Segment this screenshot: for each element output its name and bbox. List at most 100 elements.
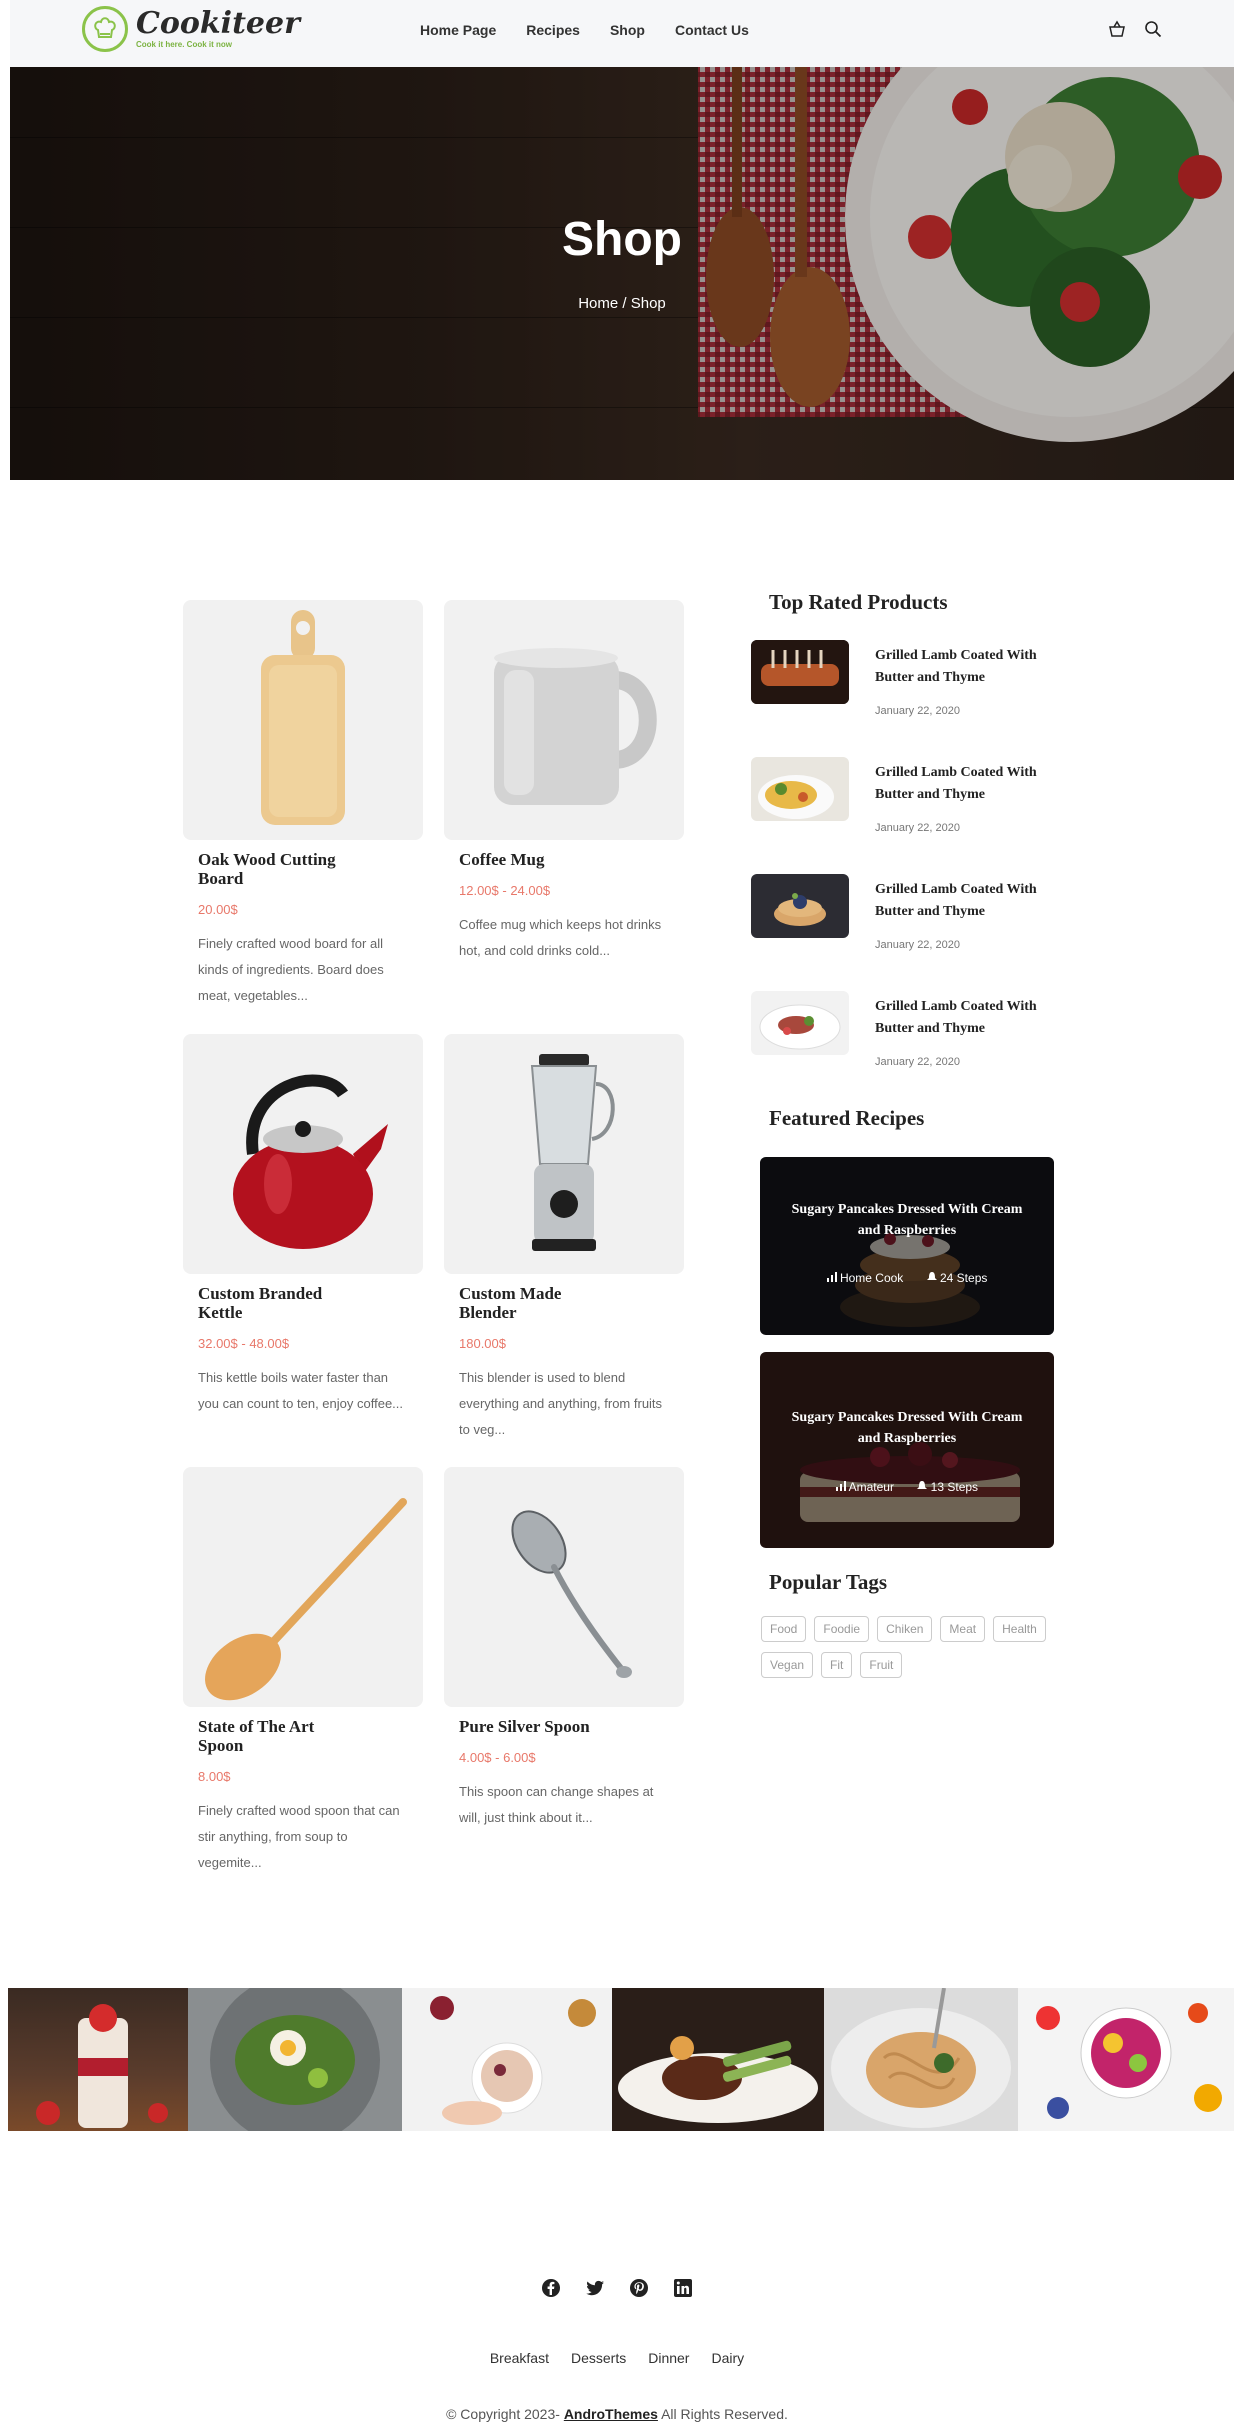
footer-link-dairy[interactable]: Dairy [711, 2350, 744, 2366]
featured-recipe-image [760, 1352, 1054, 1548]
product-image-wooden-spoon[interactable] [183, 1467, 423, 1707]
top-rated-title[interactable]: Grilled Lamb Coated With Butter and Thym… [875, 762, 1065, 806]
steps-meta: 24 Steps [926, 1271, 987, 1285]
product-card[interactable]: State of The Art Spoon 8.00$ Finely craf… [183, 1467, 423, 1876]
product-card[interactable]: Coffee Mug 12.00$ - 24.00$ Coffee mug wh… [444, 600, 684, 964]
featured-recipes-heading: Featured Recipes [769, 1106, 925, 1130]
copyright-suffix: All Rights Reserved. [661, 2406, 788, 2422]
gallery-image[interactable] [1018, 1988, 1234, 2131]
main-menu: Home Page Recipes Shop Contact Us [420, 22, 779, 38]
product-image-coffee-mug[interactable] [444, 600, 684, 840]
top-rated-date: January 22, 2020 [875, 939, 961, 951]
product-card[interactable]: Custom Branded Kettle 32.00$ - 48.00$ Th… [183, 1034, 423, 1417]
product-description: Coffee mug which keeps hot drinks hot, a… [459, 917, 662, 958]
top-rated-title[interactable]: Grilled Lamb Coated With Butter and Thym… [875, 645, 1065, 689]
footer-link-desserts[interactable]: Desserts [571, 2350, 626, 2366]
breadcrumb[interactable]: Home / Shop [10, 295, 1234, 312]
facebook-icon[interactable] [541, 2278, 561, 2303]
product-title[interactable]: State of The Art Spoon [198, 1717, 348, 1755]
top-rated-date: January 22, 2020 [875, 705, 961, 717]
product-image-silver-spoon[interactable] [444, 1467, 684, 1707]
twitter-icon[interactable] [585, 2278, 605, 2303]
gallery-image[interactable] [188, 1975, 402, 2145]
product-description: Finely crafted wood spoon that can stir … [198, 1803, 400, 1870]
pinterest-icon[interactable] [629, 2278, 649, 2303]
product-card[interactable]: Custom Made Blender 180.00$ This blender… [444, 1034, 684, 1443]
product-image-kettle[interactable] [183, 1034, 423, 1274]
product-title[interactable]: Oak Wood Cutting Board [198, 850, 348, 888]
tag[interactable]: Fit [821, 1652, 853, 1678]
nav-home[interactable]: Home Page [420, 22, 496, 38]
search-icon[interactable] [1144, 20, 1162, 43]
product-description: This blender is used to blend everything… [459, 1370, 663, 1437]
nav-shop[interactable]: Shop [610, 22, 645, 38]
featured-recipe-title[interactable]: Sugary Pancakes Dressed With Cream and R… [760, 1199, 1054, 1241]
logo[interactable]: Cookiteer Cook it here. Cook it now [82, 6, 300, 52]
chef-hat-icon [82, 6, 128, 52]
top-rated-item[interactable]: Grilled Lamb Coated With Butter and Thym… [751, 991, 1071, 1068]
tag[interactable]: Health [993, 1616, 1046, 1642]
steps-meta: 13 Steps [917, 1480, 978, 1494]
copyright: © Copyright 2023- AndroThemes All Rights… [0, 2406, 1234, 2422]
product-thumbnail[interactable] [751, 991, 849, 1055]
gallery-image[interactable] [8, 1988, 188, 2131]
product-card[interactable]: Pure Silver Spoon 4.00$ - 6.00$ This spo… [444, 1467, 684, 1831]
copyright-prefix: © Copyright 2023- [446, 2406, 560, 2422]
product-price: 180.00$ [459, 1336, 506, 1351]
product-price: 8.00$ [198, 1769, 231, 1784]
gallery-image[interactable] [612, 1988, 824, 2131]
top-rated-item[interactable]: Grilled Lamb Coated With Butter and Thym… [751, 757, 1071, 834]
product-title[interactable]: Custom Branded Kettle [198, 1284, 348, 1322]
featured-recipe-card[interactable]: Sugary Pancakes Dressed With Cream and R… [760, 1157, 1054, 1335]
footer-links: Breakfast Desserts Dinner Dairy [0, 2350, 1234, 2366]
photo-gallery [8, 1975, 1234, 2145]
nav-contact[interactable]: Contact Us [675, 22, 749, 38]
hero-banner: Shop Home / Shop [10, 67, 1234, 480]
footer-link-dinner[interactable]: Dinner [648, 2350, 689, 2366]
difficulty-meta: Home Cook [826, 1271, 904, 1285]
gallery-image[interactable] [824, 1987, 1018, 2131]
product-price: 4.00$ - 6.00$ [459, 1750, 536, 1765]
difficulty-label: Amateur [848, 1480, 894, 1494]
tag[interactable]: Meat [940, 1616, 986, 1642]
copyright-brand-link[interactable]: AndroThemes [564, 2406, 658, 2422]
top-rated-item[interactable]: Grilled Lamb Coated With Butter and Thym… [751, 874, 1071, 951]
linkedin-icon[interactable] [673, 2278, 693, 2303]
product-price: 12.00$ - 24.00$ [459, 883, 551, 898]
product-description: Finely crafted wood board for all kinds … [198, 936, 384, 1003]
footer-link-breakfast[interactable]: Breakfast [490, 2350, 549, 2366]
featured-recipe-card[interactable]: Sugary Pancakes Dressed With Cream and R… [760, 1352, 1054, 1548]
product-image-cutting-board[interactable] [183, 600, 423, 840]
top-rated-title[interactable]: Grilled Lamb Coated With Butter and Thym… [875, 879, 1065, 923]
featured-recipe-title[interactable]: Sugary Pancakes Dressed With Cream and R… [760, 1407, 1054, 1449]
product-title[interactable]: Pure Silver Spoon [459, 1717, 609, 1736]
product-title[interactable]: Coffee Mug [459, 850, 609, 869]
tag-cloud: Food Foodie Chiken Meat Health Vegan Fit… [761, 1616, 1061, 1688]
product-image-blender[interactable] [444, 1034, 684, 1274]
basket-icon[interactable] [1108, 20, 1126, 43]
gallery-image[interactable] [402, 1988, 612, 2131]
brand-name: Cookiteer [136, 6, 300, 41]
product-title[interactable]: Custom Made Blender [459, 1284, 609, 1322]
social-links [0, 2278, 1234, 2303]
tag[interactable]: Chiken [877, 1616, 933, 1642]
product-price: 32.00$ - 48.00$ [198, 1336, 290, 1351]
nav-recipes[interactable]: Recipes [526, 22, 580, 38]
product-card[interactable]: Oak Wood Cutting Board 20.00$ Finely cra… [183, 600, 423, 1009]
product-thumbnail[interactable] [751, 640, 849, 704]
product-thumbnail[interactable] [751, 874, 849, 938]
product-description: This kettle boils water faster than you … [198, 1370, 404, 1411]
tag[interactable]: Fruit [860, 1652, 903, 1678]
popular-tags-heading: Popular Tags [769, 1570, 888, 1594]
featured-recipe-image [760, 1157, 1054, 1335]
top-rated-item[interactable]: Grilled Lamb Coated With Butter and Thym… [751, 640, 1071, 717]
difficulty-meta: Amateur [835, 1480, 894, 1494]
top-rated-title[interactable]: Grilled Lamb Coated With Butter and Thym… [875, 996, 1065, 1040]
tag[interactable]: Foodie [814, 1616, 870, 1642]
top-rated-date: January 22, 2020 [875, 822, 961, 834]
product-thumbnail[interactable] [751, 757, 849, 821]
top-rated-date: January 22, 2020 [875, 1056, 961, 1068]
tag[interactable]: Vegan [761, 1652, 814, 1678]
tag[interactable]: Food [761, 1616, 807, 1642]
difficulty-label: Home Cook [839, 1271, 904, 1285]
